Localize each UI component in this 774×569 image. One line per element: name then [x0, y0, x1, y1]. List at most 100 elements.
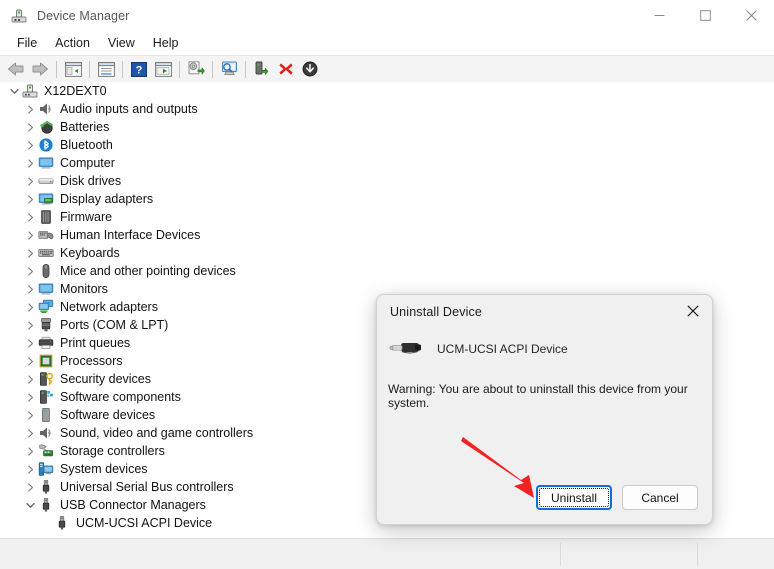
- tree-node-label: Universal Serial Bus controllers: [60, 478, 238, 496]
- port-connector-icon: [38, 317, 54, 333]
- chevron-right-icon[interactable]: [22, 460, 38, 478]
- dialog-title: Uninstall Device: [390, 305, 482, 319]
- software-device-icon: [38, 407, 54, 423]
- chevron-right-icon[interactable]: [22, 370, 38, 388]
- maximize-button[interactable]: [682, 0, 728, 31]
- chevron-right-icon[interactable]: [22, 334, 38, 352]
- back-arrow-icon[interactable]: [4, 57, 28, 81]
- tree-node-label: Processors: [60, 352, 127, 370]
- statusbar-divider: [697, 543, 698, 566]
- tree-node-label: System devices: [60, 460, 152, 478]
- tree-node-label: Security devices: [60, 370, 155, 388]
- chevron-right-icon[interactable]: [22, 172, 38, 190]
- chevron-right-icon[interactable]: [22, 298, 38, 316]
- tree-node-bluetooth[interactable]: Bluetooth: [0, 136, 774, 154]
- properties-icon[interactable]: [94, 57, 118, 81]
- usb-plug-icon: [389, 337, 423, 361]
- close-button[interactable]: [728, 0, 774, 31]
- uninstall-device-icon[interactable]: [274, 57, 298, 81]
- processor-icon: [38, 353, 54, 369]
- toolbar-separator: [245, 61, 246, 78]
- tree-node-label: Monitors: [60, 280, 112, 298]
- menu-view[interactable]: View: [99, 33, 144, 54]
- firmware-chip-icon: [38, 209, 54, 225]
- security-key-icon: [38, 371, 54, 387]
- tree-node-audio-inputs-and-outputs[interactable]: Audio inputs and outputs: [0, 100, 774, 118]
- tree-node-label: X12DEXT0: [44, 82, 111, 100]
- menu-help[interactable]: Help: [144, 33, 188, 54]
- speaker-icon: [38, 101, 54, 117]
- dialog-warning-text: Warning: You are about to uninstall this…: [377, 382, 712, 410]
- tree-node-label: Mice and other pointing devices: [60, 262, 240, 280]
- window-controls: [636, 0, 774, 31]
- tree-node-label: Batteries: [60, 118, 113, 136]
- dialog-titlebar: Uninstall Device: [377, 295, 712, 329]
- forward-arrow-icon[interactable]: [28, 57, 52, 81]
- uninstall-device-dialog: Uninstall Device UCM-UCSI ACPI Device Wa…: [376, 294, 713, 525]
- tree-node-disk-drives[interactable]: Disk drives: [0, 172, 774, 190]
- tree-node-computer[interactable]: Computer: [0, 154, 774, 172]
- monitor-icon: [38, 281, 54, 297]
- tree-node-label: Print queues: [60, 334, 134, 352]
- tree-node-mice-and-other-pointing-devices[interactable]: Mice and other pointing devices: [0, 262, 774, 280]
- minimize-button[interactable]: [636, 0, 682, 31]
- chevron-right-icon[interactable]: [22, 244, 38, 262]
- menubar: File Action View Help: [0, 31, 774, 56]
- uninstall-button[interactable]: Uninstall: [536, 485, 612, 510]
- disk-drive-icon: [38, 173, 54, 189]
- toolbar-separator: [56, 61, 57, 78]
- tree-node-label: Keyboards: [60, 244, 124, 262]
- chevron-right-icon[interactable]: [22, 424, 38, 442]
- chevron-right-icon[interactable]: [22, 100, 38, 118]
- chevron-right-icon[interactable]: [22, 208, 38, 226]
- battery-icon: [38, 119, 54, 135]
- toolbar-separator: [212, 61, 213, 78]
- show-hide-console-tree-icon[interactable]: [61, 57, 85, 81]
- help-icon[interactable]: ?: [127, 57, 151, 81]
- chevron-right-icon[interactable]: [22, 280, 38, 298]
- uninstall-button-label: Uninstall: [551, 491, 597, 505]
- tree-node-firmware[interactable]: Firmware: [0, 208, 774, 226]
- monitor-icon: [38, 155, 54, 171]
- tree-node-display-adapters[interactable]: Display adapters: [0, 190, 774, 208]
- chevron-right-icon[interactable]: [22, 190, 38, 208]
- chevron-right-icon[interactable]: [22, 262, 38, 280]
- chevron-down-icon[interactable]: [22, 496, 38, 514]
- chevron-right-icon[interactable]: [22, 136, 38, 154]
- chevron-down-icon[interactable]: [6, 82, 22, 100]
- display-icon[interactable]: [217, 57, 241, 81]
- close-icon[interactable]: [678, 298, 708, 324]
- disable-device-icon[interactable]: [298, 57, 322, 81]
- tree-node-keyboards[interactable]: Keyboards: [0, 244, 774, 262]
- tree-node-root[interactable]: X12DEXT0: [0, 82, 774, 100]
- menu-file[interactable]: File: [8, 33, 46, 54]
- scan-for-hardware-changes-icon[interactable]: [184, 57, 208, 81]
- printer-icon: [38, 335, 54, 351]
- cancel-button[interactable]: Cancel: [622, 485, 698, 510]
- dialog-device-row: UCM-UCSI ACPI Device: [377, 337, 712, 361]
- tree-node-human-interface-devices[interactable]: Human Interface Devices: [0, 226, 774, 244]
- svg-text:?: ?: [136, 64, 143, 76]
- chevron-right-icon[interactable]: [22, 352, 38, 370]
- chevron-right-icon[interactable]: [22, 442, 38, 460]
- keyboard-icon: [38, 245, 54, 261]
- window-title: Device Manager: [37, 9, 129, 23]
- toolbar-separator: [179, 61, 180, 78]
- tree-node-label: UCM-UCSI ACPI Device: [76, 514, 216, 532]
- statusbar-divider: [560, 543, 561, 566]
- tree-node-label: Disk drives: [60, 172, 125, 190]
- usb-icon: [38, 497, 54, 513]
- tree-node-batteries[interactable]: Batteries: [0, 118, 774, 136]
- enable-device-icon[interactable]: [250, 57, 274, 81]
- update-driver-icon[interactable]: [151, 57, 175, 81]
- chevron-right-icon[interactable]: [22, 388, 38, 406]
- menu-action[interactable]: Action: [46, 33, 99, 54]
- bluetooth-icon: [38, 137, 54, 153]
- chevron-right-icon[interactable]: [22, 406, 38, 424]
- toolbar-separator: [89, 61, 90, 78]
- chevron-right-icon[interactable]: [22, 478, 38, 496]
- chevron-right-icon[interactable]: [22, 316, 38, 334]
- chevron-right-icon[interactable]: [22, 118, 38, 136]
- chevron-right-icon[interactable]: [22, 154, 38, 172]
- chevron-right-icon[interactable]: [22, 226, 38, 244]
